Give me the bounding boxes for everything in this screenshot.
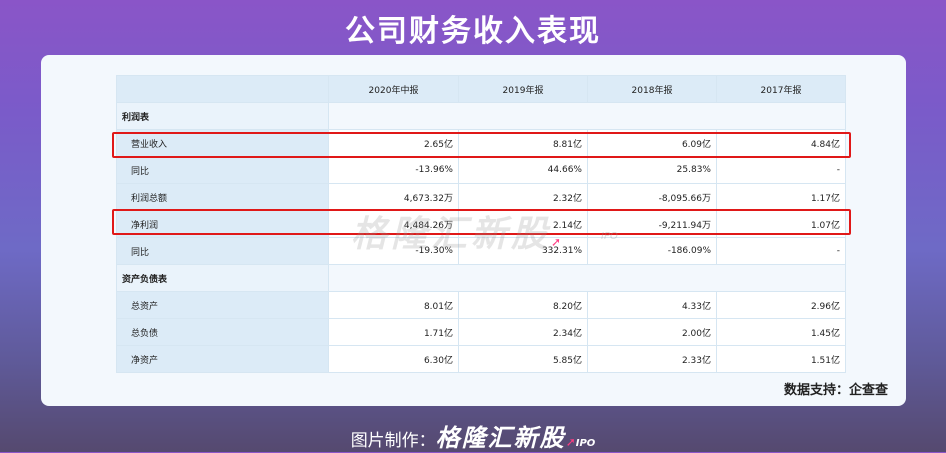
cell: 2.00亿 xyxy=(587,318,717,346)
section-title: 资产负债表 xyxy=(116,264,329,292)
row-label: 利润总额 xyxy=(116,183,329,211)
cell: 25.83% xyxy=(587,156,717,184)
arrow-icon: ➚ xyxy=(551,235,566,249)
cell: 2.96亿 xyxy=(716,291,846,319)
page-title: 公司财务收入表现 xyxy=(345,14,601,49)
cell: 1.17亿 xyxy=(716,183,846,211)
row-label: 同比 xyxy=(116,156,329,184)
cell: 2.34亿 xyxy=(458,318,588,346)
footer-credit: 图片制作：格隆汇新股➚IPO xyxy=(0,418,946,453)
cell: -8,095.66万 xyxy=(587,183,717,211)
table-row: 净资产 6.30亿 5.85亿 2.33亿 1.51亿 xyxy=(116,345,846,373)
data-source: 数据支持：企查查 xyxy=(783,383,888,398)
footer-prefix: 图片制作： xyxy=(350,431,436,451)
table-row: 同比 -13.96% 44.66% 25.83% - xyxy=(116,156,846,184)
cell: 8.01亿 xyxy=(328,291,459,319)
section-row-balance: 资产负债表 xyxy=(116,264,846,292)
table-row: 总负债 1.71亿 2.34亿 2.00亿 1.45亿 xyxy=(116,318,846,346)
arrow-icon: ➚ xyxy=(565,435,576,449)
cell: 2.65亿 xyxy=(328,129,459,157)
watermark-sub: IPO xyxy=(601,231,618,242)
cell: 6.30亿 xyxy=(328,345,459,373)
header-cell xyxy=(116,75,329,103)
cell: 2.33亿 xyxy=(587,345,717,373)
cell: 5.85亿 xyxy=(458,345,588,373)
section-title: 利润表 xyxy=(116,102,329,130)
table-header-row: 2020年中报 2019年报 2018年报 2017年报 xyxy=(116,75,846,103)
cell: 4.33亿 xyxy=(587,291,717,319)
header-cell: 2019年报 xyxy=(458,75,588,103)
cell: 44.66% xyxy=(458,156,588,184)
cell: - xyxy=(716,237,846,265)
row-label: 总资产 xyxy=(116,291,329,319)
row-label: 营业收入 xyxy=(116,129,329,157)
cell: 6.09亿 xyxy=(587,129,717,157)
row-label: 净资产 xyxy=(116,345,329,373)
cell: 1.07亿 xyxy=(716,210,846,238)
table-row: 总资产 8.01亿 8.20亿 4.33亿 2.96亿 xyxy=(116,291,846,319)
cell: 1.71亿 xyxy=(328,318,459,346)
row-label: 同比 xyxy=(116,237,329,265)
footer-brand: 格隆汇新股 xyxy=(435,424,566,452)
watermark-logo: 格隆汇新股➚ xyxy=(351,205,565,257)
watermark-text: 格隆汇新股 xyxy=(351,214,552,255)
header-cell: 2020年中报 xyxy=(328,75,459,103)
cell: -13.96% xyxy=(328,156,459,184)
cell: 1.51亿 xyxy=(716,345,846,373)
cell: - xyxy=(716,156,846,184)
financial-table-card: 2020年中报 2019年报 2018年报 2017年报 利润表 营业收入 2.… xyxy=(41,55,906,406)
cell: 4.84亿 xyxy=(716,129,846,157)
table-row: 营业收入 2.65亿 8.81亿 6.09亿 4.84亿 xyxy=(116,129,846,157)
row-label: 总负债 xyxy=(116,318,329,346)
header-cell: 2018年报 xyxy=(587,75,717,103)
section-row-profit: 利润表 xyxy=(116,102,846,130)
header-cell: 2017年报 xyxy=(716,75,846,103)
cell: 8.81亿 xyxy=(458,129,588,157)
row-label: 净利润 xyxy=(116,210,329,238)
footer-ipo: IPO xyxy=(575,438,596,449)
cell: 1.45亿 xyxy=(716,318,846,346)
cell: 8.20亿 xyxy=(458,291,588,319)
